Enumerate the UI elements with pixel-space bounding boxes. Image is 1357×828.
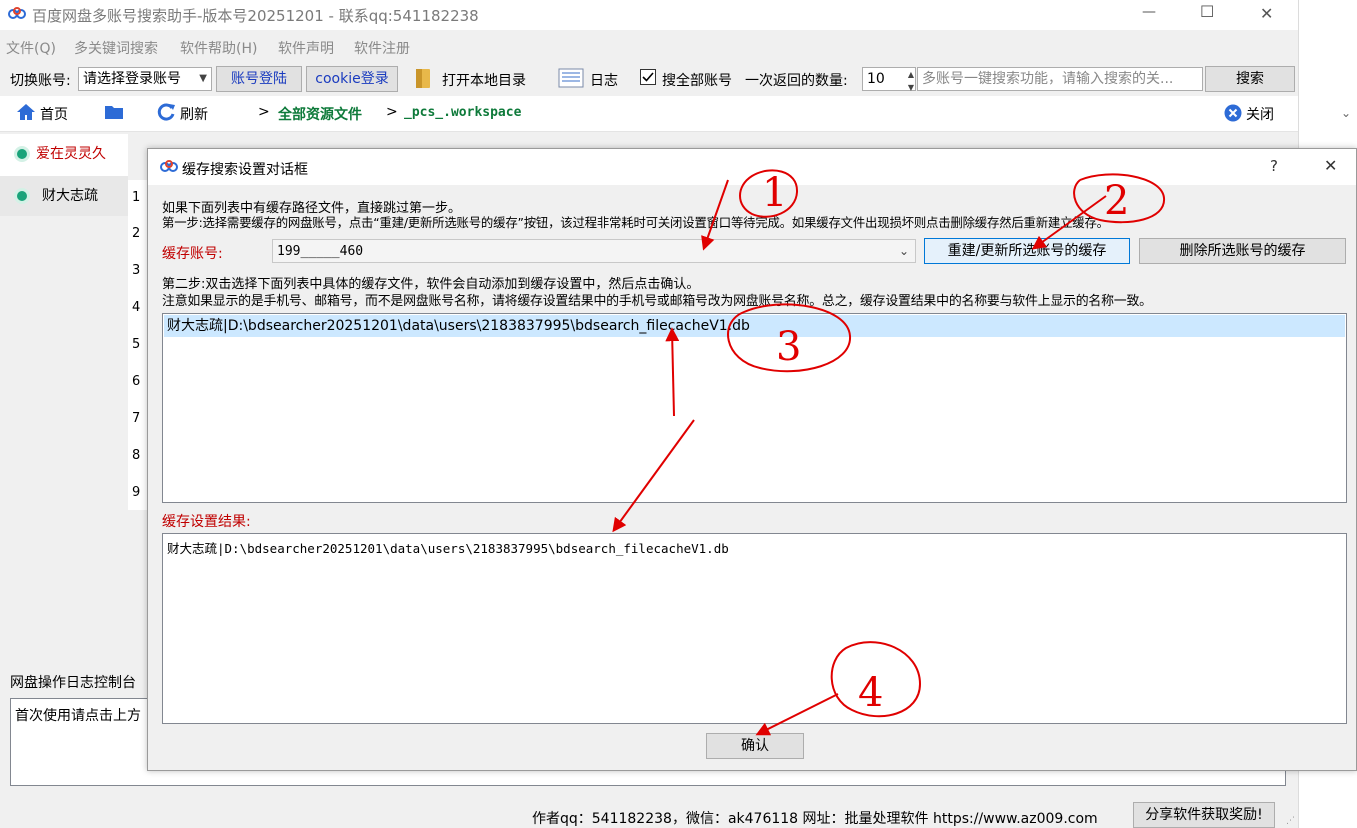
open-local-dir-button[interactable]: 打开本地目录 [442,70,526,90]
nav-refresh[interactable]: 刷新 [180,104,208,124]
menu-file[interactable]: 文件(Q) [6,38,56,58]
delete-cache-button[interactable]: 删除所选账号的缓存 [1139,238,1346,264]
menu-multi-keyword-search[interactable]: 多关键词搜索 [74,38,158,58]
cache-result-text: 财大志疏|D:\bdsearcher20251201\data\users\21… [167,541,729,556]
search-button[interactable]: 搜索 [1205,66,1295,92]
status-author-info: 作者qq：541182238，微信：ak476118 网址：批量处理软件 htt… [532,811,1098,827]
cache-result-label: 缓存设置结果: [162,514,251,530]
background-chevron-icon: ⌄ [1341,106,1352,120]
app-logo-icon [8,7,26,21]
cookie-login-button[interactable]: cookie登录 [306,66,398,92]
cache-result-textarea[interactable]: 财大志疏|D:\bdsearcher20251201\data\users\21… [162,533,1347,724]
account-status-icon [14,188,30,204]
breadcrumb-separator: > [258,104,270,120]
row-number: 1 [132,190,141,205]
cache-file-path: 财大志疏|D:\bdsearcher20251201\data\users\21… [167,318,750,334]
row-number: 3 [132,263,141,278]
nav-home[interactable]: 首页 [40,104,68,124]
log-panel-text: 首次使用请点击上方 [15,708,141,724]
refresh-icon [156,102,176,122]
cache-account-label: 缓存账号: [162,246,223,262]
dialog-close-button[interactable]: ✕ [1324,156,1337,175]
close-circle-icon [1224,104,1242,122]
return-count-label: 一次返回的数量: [745,73,848,89]
window-title: 百度网盘多账号搜索助手-版本号20251201 - 联系qq:541182238 [32,7,479,25]
account-status-icon [14,146,30,162]
cache-file-list[interactable]: 财大志疏|D:\bdsearcher20251201\data\users\21… [162,313,1347,503]
row-number: 4 [132,300,141,315]
dialog-logo-icon [160,160,178,174]
switch-account-label: 切换账号: [10,73,71,89]
menu-help[interactable]: 软件帮助(H) [180,38,257,58]
breadcrumb-root[interactable]: 全部资源文件 [278,104,362,124]
cache-account-select[interactable]: 199_____460 ⌄ [272,239,916,263]
menu-register[interactable]: 软件注册 [354,38,410,58]
sidebar-account-name: 财大志疏 [42,188,98,204]
search-all-checkbox[interactable] [640,69,656,85]
home-icon [16,103,36,121]
row-number: 6 [132,374,141,389]
row-number: 2 [132,226,141,241]
nav-close[interactable]: 关闭 [1246,104,1274,124]
breadcrumb-separator-2: > [386,104,398,120]
folder-icon [414,66,432,90]
resize-grip-icon[interactable]: ⋰ [1286,816,1295,826]
breadcrumb-item[interactable]: _pcs_.workspace [404,105,521,120]
chevron-down-icon: ▼ [199,73,207,84]
cache-file-list-item[interactable]: 财大志疏|D:\bdsearcher20251201\data\users\21… [164,315,1345,337]
folder-nav-icon[interactable] [104,104,124,120]
dialog-help-button[interactable]: ? [1270,157,1278,175]
dialog-title-bar: 缓存搜索设置对话框 ? ✕ [148,149,1356,185]
dialog-title: 缓存搜索设置对话框 [182,162,308,178]
menu-statement[interactable]: 软件声明 [278,38,334,58]
search-input-placeholder: 多账号一键搜索功能，请输入搜索的关... [922,71,1174,87]
sidebar-account-1[interactable]: 爱在灵灵久 [0,134,128,174]
cache-settings-dialog: 缓存搜索设置对话框 ? ✕ 如果下面列表中有缓存路径文件，直接跳过第一步。 第一… [147,148,1357,771]
confirm-button[interactable]: 确认 [706,733,804,759]
row-number: 8 [132,448,141,463]
log-button[interactable]: 日志 [590,70,618,90]
minimize-button[interactable]: — [1142,4,1156,20]
title-bar: 百度网盘多账号搜索助手-版本号20251201 - 联系qq:541182238… [0,0,1298,30]
row-number: 9 [132,485,141,500]
checkmark-icon [642,72,654,82]
log-list-icon [558,68,584,88]
search-input[interactable]: 多账号一键搜索功能，请输入搜索的关... [917,67,1203,91]
log-panel-title: 网盘操作日志控制台 [10,675,136,691]
row-number: 5 [132,337,141,352]
account-select[interactable]: 请选择登录账号 ▼ [78,67,212,91]
file-list-row-numbers: 1 2 3 4 5 6 7 8 9 [128,180,148,510]
maximize-button[interactable]: ☐ [1200,2,1214,21]
dialog-step2-note: 注意如果显示的是手机号、邮箱号，而不是网盘账号名称，请将缓存设置结果中的手机号或… [162,294,1152,309]
cache-account-value: 199_____460 [277,244,364,259]
search-all-label: 搜全部账号 [662,73,732,89]
return-count-stepper[interactable]: 10 ▲ ▼ [862,67,916,92]
row-number: 7 [132,411,141,426]
sidebar-account-2[interactable]: 财大志疏 [0,176,128,216]
return-count-value: 10 [867,71,885,87]
account-select-value: 请选择登录账号 [83,71,181,87]
account-login-button[interactable]: 账号登陆 [216,66,302,92]
sidebar-lower [0,216,128,666]
sidebar-account-name: 爱在灵灵久 [36,146,106,162]
share-reward-button[interactable]: 分享软件获取奖励! [1133,802,1275,828]
rebuild-cache-button[interactable]: 重建/更新所选账号的缓存 [924,238,1130,264]
window-close-button[interactable]: ✕ [1260,4,1273,23]
dialog-step1-text: 第一步:选择需要缓存的网盘账号，点击“重建/更新所选账号的缓存”按钮，该过程非常… [162,215,1109,230]
chevron-down-icon: ⌄ [898,244,909,258]
